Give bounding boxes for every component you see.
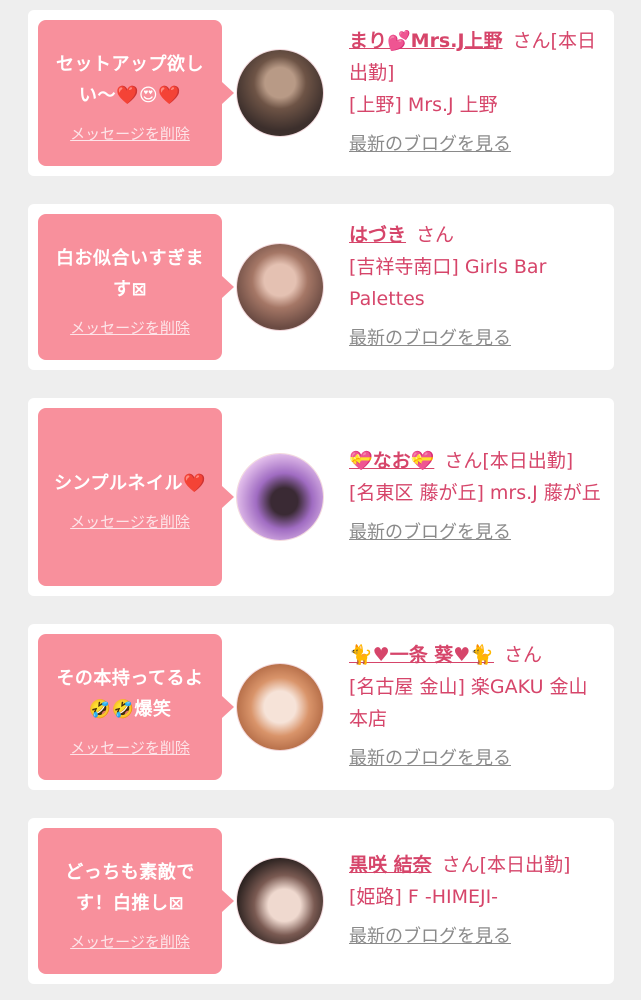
delete-message-link[interactable]: メッセージを削除 — [70, 737, 190, 758]
message-feed: セットアップ欲しい〜❤️😍❤️ メッセージを削除 まり💕Mrs.J上野 さん[本日… — [0, 0, 641, 984]
shop-text: [名古屋 金山] 楽GAKU 金山本店 — [349, 676, 588, 730]
latest-blog-link[interactable]: 最新のブログを見る — [349, 517, 604, 549]
shop-text: [姫路] F -HIMEJI- — [349, 886, 499, 908]
avatar-container — [222, 454, 337, 540]
honorific-text: さん — [504, 644, 543, 666]
message-bubble: セットアップ欲しい〜❤️😍❤️ メッセージを削除 — [38, 20, 222, 166]
message-bubble: シンプルネイル❤️ メッセージを削除 — [38, 408, 222, 586]
honorific-text: さん[本日出勤] — [441, 854, 571, 876]
profile-info: 🐈♥一条 葵♥🐈 さん [名古屋 金山] 楽GAKU 金山本店 最新のブログを見る — [337, 639, 604, 775]
message-card: その本持ってるよ🤣🤣爆笑 メッセージを削除 🐈♥一条 葵♥🐈 さん [名古屋 金山… — [28, 624, 614, 790]
avatar[interactable] — [236, 50, 323, 136]
avatar[interactable] — [236, 244, 323, 330]
honorific-text: さん[本日出勤] — [444, 450, 574, 472]
avatar-container — [222, 858, 337, 944]
message-text: セットアップ欲しい〜❤️😍❤️ — [56, 53, 204, 106]
latest-blog-link[interactable]: 最新のブログを見る — [349, 129, 604, 161]
delete-message-link[interactable]: メッセージを削除 — [70, 123, 190, 144]
shop-text: [上野] Mrs.J 上野 — [349, 94, 498, 116]
message-bubble: 白お似合いすぎます⊠ メッセージを削除 — [38, 214, 222, 360]
shop-text: [名東区 藤が丘] mrs.J 藤が丘 — [349, 482, 601, 504]
message-card: シンプルネイル❤️ メッセージを削除 💝なお💝 さん[本日出勤] [名東区 藤が丘… — [28, 398, 614, 596]
profile-info: まり💕Mrs.J上野 さん[本日出勤] [上野] Mrs.J 上野 最新のブログを… — [337, 25, 604, 161]
message-bubble: どっちも素敵です！白推し⊠ メッセージを削除 — [38, 828, 222, 974]
profile-name-link[interactable]: 黒咲 結奈 — [349, 854, 432, 876]
avatar-container — [222, 244, 337, 330]
avatar-container — [222, 664, 337, 750]
avatar[interactable] — [236, 454, 323, 540]
message-card: セットアップ欲しい〜❤️😍❤️ メッセージを削除 まり💕Mrs.J上野 さん[本日… — [28, 10, 614, 176]
delete-message-link[interactable]: メッセージを削除 — [70, 511, 190, 532]
latest-blog-link[interactable]: 最新のブログを見る — [349, 921, 604, 953]
latest-blog-link[interactable]: 最新のブログを見る — [349, 743, 604, 775]
shop-text: [吉祥寺南口] Girls Bar Palettes — [349, 256, 547, 310]
message-text: 白お似合いすぎます⊠ — [56, 247, 204, 300]
profile-info: 黒咲 結奈 さん[本日出勤] [姫路] F -HIMEJI- 最新のブログを見る — [337, 849, 604, 953]
message-text: どっちも素敵です！白推し⊠ — [65, 861, 195, 914]
message-bubble: その本持ってるよ🤣🤣爆笑 メッセージを削除 — [38, 634, 222, 780]
message-card: どっちも素敵です！白推し⊠ メッセージを削除 黒咲 結奈 さん[本日出勤] [姫路… — [28, 818, 614, 984]
latest-blog-link[interactable]: 最新のブログを見る — [349, 323, 604, 355]
message-text: シンプルネイル❤️ — [54, 473, 206, 494]
profile-info: 💝なお💝 さん[本日出勤] [名東区 藤が丘] mrs.J 藤が丘 最新のブログを… — [337, 445, 604, 549]
honorific-text: さん — [416, 224, 455, 246]
profile-name-link[interactable]: はづき — [349, 224, 406, 246]
profile-name-link[interactable]: まり💕Mrs.J上野 — [349, 30, 503, 52]
delete-message-link[interactable]: メッセージを削除 — [70, 317, 190, 338]
message-card: 白お似合いすぎます⊠ メッセージを削除 はづき さん [吉祥寺南口] Girls … — [28, 204, 614, 370]
avatar-container — [222, 50, 337, 136]
avatar[interactable] — [236, 858, 323, 944]
profile-name-link[interactable]: 💝なお💝 — [349, 450, 434, 472]
profile-name-link[interactable]: 🐈♥一条 葵♥🐈 — [349, 644, 494, 666]
delete-message-link[interactable]: メッセージを削除 — [70, 931, 190, 952]
message-text: その本持ってるよ🤣🤣爆笑 — [56, 667, 204, 720]
profile-info: はづき さん [吉祥寺南口] Girls Bar Palettes 最新のブログを… — [337, 219, 604, 355]
avatar[interactable] — [236, 664, 323, 750]
